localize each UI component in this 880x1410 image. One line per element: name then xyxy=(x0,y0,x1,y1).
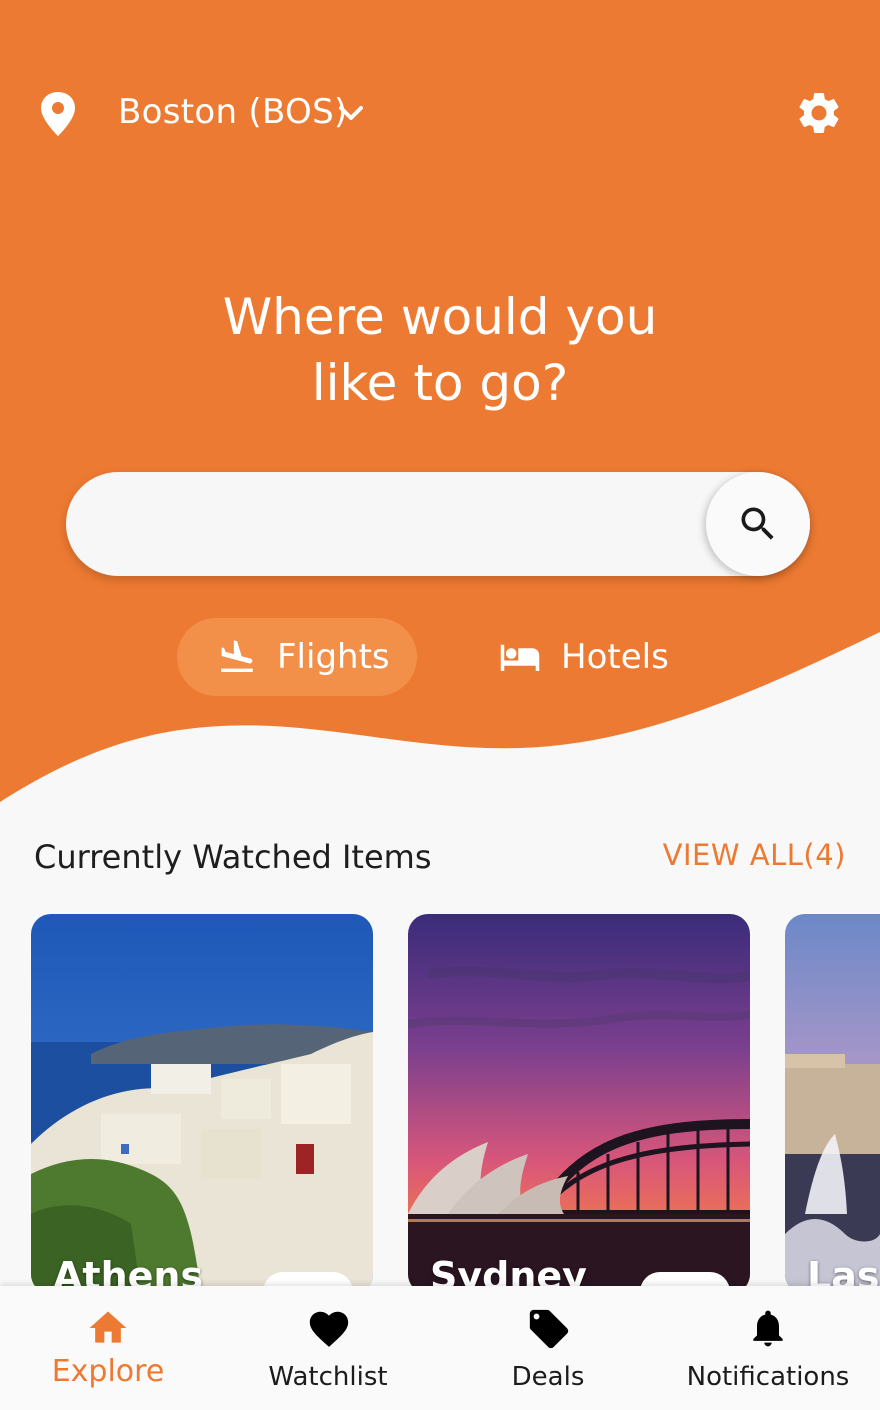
sydney-photo xyxy=(408,914,750,1286)
hero-headline: Where would you like to go? xyxy=(0,284,880,416)
search-bar xyxy=(66,472,810,576)
search-icon xyxy=(741,507,774,540)
card-title: Sydney xyxy=(430,1254,587,1286)
bottom-navigation: Explore Watchlist Deals Notifications xyxy=(0,1286,880,1410)
nav-deals[interactable]: Deals xyxy=(438,1286,658,1410)
nav-explore[interactable]: Explore xyxy=(0,1286,218,1410)
gear-icon[interactable] xyxy=(794,88,844,138)
athens-photo xyxy=(31,914,373,1286)
bed-icon xyxy=(500,644,540,671)
bell-icon xyxy=(753,1310,783,1347)
view-all-link[interactable]: VIEW ALL(4) xyxy=(663,838,846,872)
nav-deals-label: Deals xyxy=(511,1362,585,1392)
headline-line-2: like to go? xyxy=(311,354,569,412)
las-vegas-photo xyxy=(785,914,880,1286)
nav-notifications[interactable]: Notifications xyxy=(658,1286,878,1410)
chevron-down-icon[interactable] xyxy=(336,98,366,128)
tab-hotels-label: Hotels xyxy=(561,637,669,677)
map-pin-icon[interactable] xyxy=(38,90,78,138)
destination-card-athens[interactable]: Athens xyxy=(31,914,373,1286)
search-button[interactable] xyxy=(706,472,810,576)
location-selector[interactable]: Boston (BOS) xyxy=(118,92,348,132)
tab-flights-label: Flights xyxy=(277,637,390,677)
home-icon xyxy=(89,1311,127,1343)
nav-notifications-label: Notifications xyxy=(686,1362,850,1392)
heart-icon xyxy=(309,1311,349,1347)
hero-banner: Boston (BOS) Where would you like to go?… xyxy=(0,0,880,820)
watched-items-carousel[interactable]: Athens Sydney Las xyxy=(0,914,880,1286)
card-price-badge xyxy=(263,1272,353,1286)
nav-explore-label: Explore xyxy=(51,1354,165,1389)
nav-watchlist[interactable]: Watchlist xyxy=(218,1286,438,1410)
section-title: Currently Watched Items xyxy=(34,838,432,876)
card-price-badge xyxy=(640,1272,730,1286)
tab-hotels[interactable]: Hotels xyxy=(497,618,697,696)
nav-watchlist-label: Watchlist xyxy=(268,1362,388,1392)
headline-line-1: Where would you xyxy=(222,288,658,346)
card-title: Las V xyxy=(807,1254,880,1286)
destination-card-sydney[interactable]: Sydney xyxy=(408,914,750,1286)
plane-landing-icon xyxy=(221,640,253,672)
top-bar: Boston (BOS) xyxy=(0,80,880,150)
tab-flights[interactable]: Flights xyxy=(177,618,417,696)
search-input[interactable] xyxy=(102,472,722,576)
destination-card-las-vegas[interactable]: Las V xyxy=(785,914,880,1286)
tag-icon xyxy=(529,1309,569,1349)
watched-items-header: Currently Watched Items VIEW ALL(4) xyxy=(34,838,846,882)
card-title: Athens xyxy=(53,1254,204,1286)
